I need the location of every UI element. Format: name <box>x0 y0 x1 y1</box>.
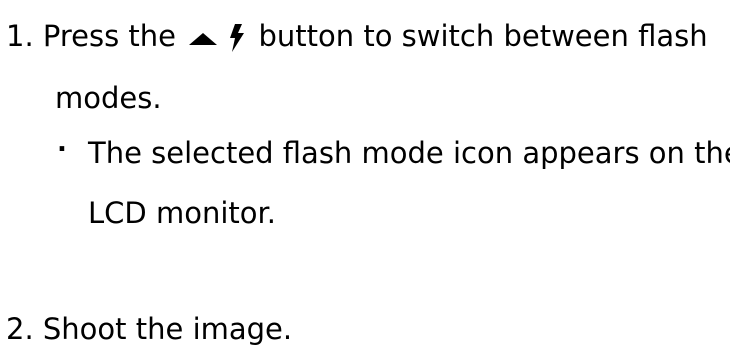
step-2-line: 2. Shoot the image. <box>6 309 292 349</box>
step-1-number: 1. <box>6 19 34 53</box>
sub-bullet-line-2: LCD monitor. <box>88 193 276 233</box>
sub-bullet-text-1: The selected flash mode icon appears on … <box>88 136 730 170</box>
step-1-button-icons <box>189 24 245 52</box>
up-triangle-icon <box>189 33 218 45</box>
step-1-text-after: button to switch between flash <box>258 19 708 53</box>
step-1-text-line-2: modes. <box>55 81 162 115</box>
sub-bullet-marker: . <box>57 128 67 158</box>
step-1-text-before: Press the <box>42 19 177 53</box>
step-1-line-1: 1. Press the button to switch between fl… <box>6 16 708 56</box>
step-1-line-2: modes. <box>55 78 162 118</box>
sub-bullet-text-2: LCD monitor. <box>88 196 276 230</box>
sub-bullet-line-1: The selected flash mode icon appears on … <box>88 133 730 173</box>
flash-bolt-icon <box>230 24 245 52</box>
step-2-number: 2. <box>6 312 34 346</box>
step-2-text: Shoot the image. <box>42 312 293 346</box>
